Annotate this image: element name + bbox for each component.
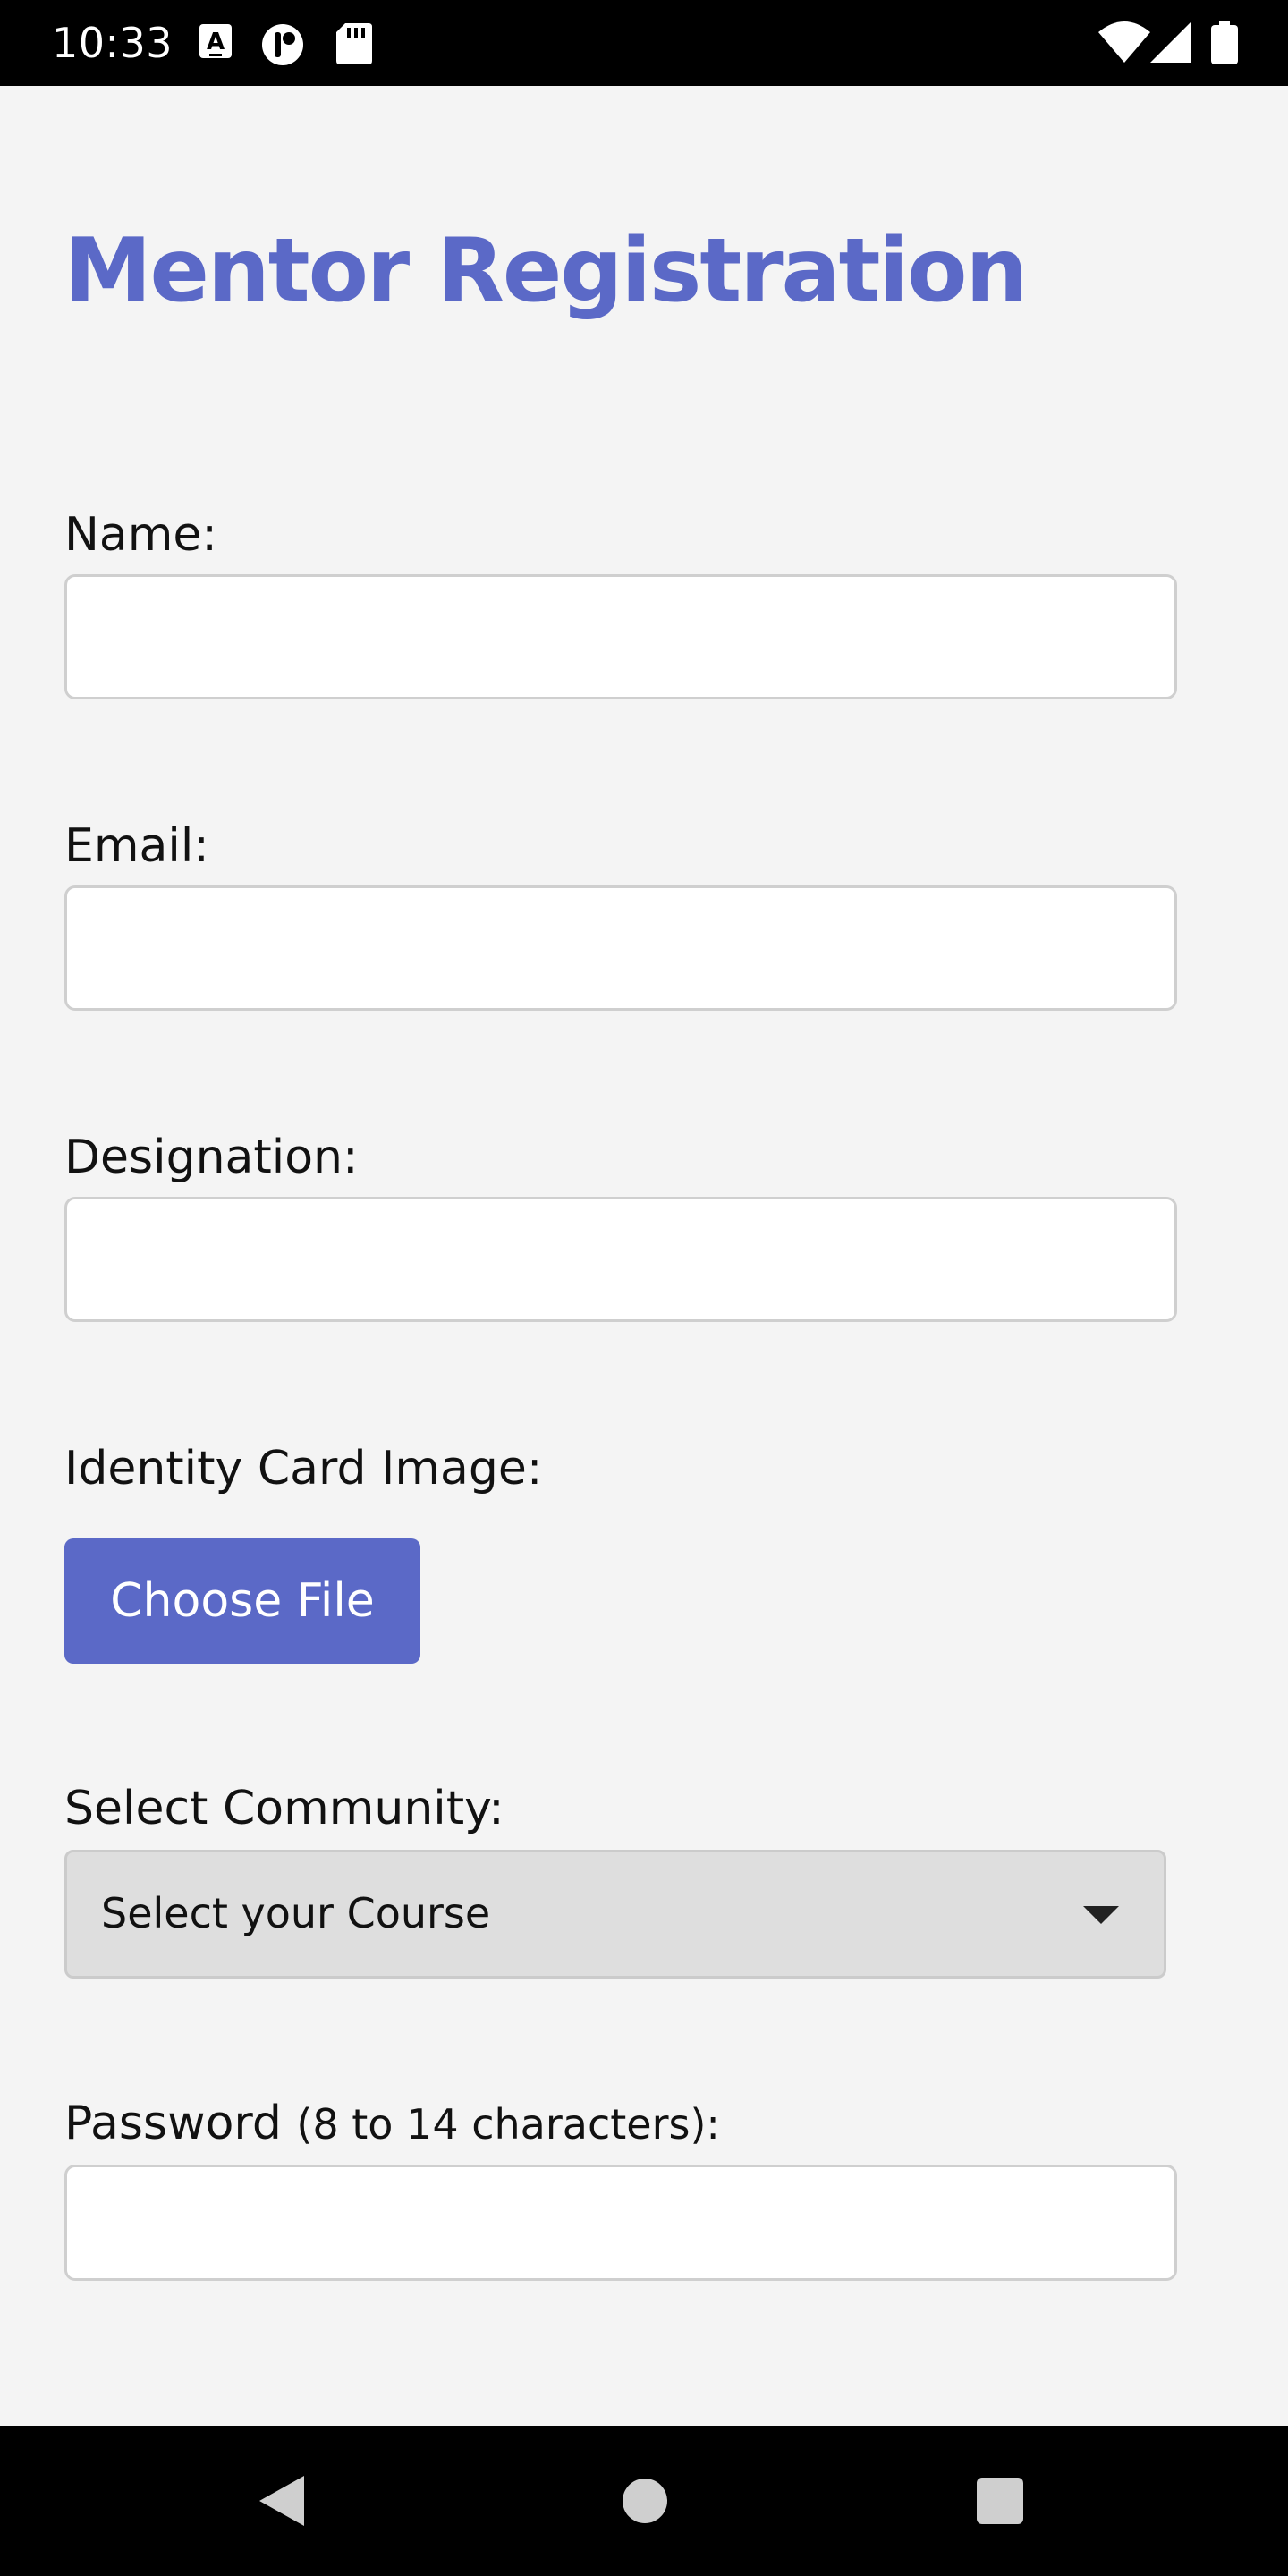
designation-label: Designation: [64, 1131, 359, 1184]
status-bar: 10:33 A [0, 0, 1288, 86]
chevron-down-icon [1083, 1906, 1119, 1924]
navigation-bar [0, 2426, 1288, 2576]
password-hint: (8 to 14 characters): [296, 2100, 720, 2148]
password-label-text: Password [64, 2097, 282, 2150]
designation-input[interactable] [64, 1197, 1177, 1322]
keyboard-a-icon: A [199, 24, 232, 58]
password-input[interactable] [64, 2165, 1177, 2281]
email-label: Email: [64, 819, 209, 873]
choose-file-button[interactable]: Choose File [64, 1538, 420, 1664]
recents-icon[interactable] [977, 2478, 1023, 2524]
community-label: Select Community: [64, 1782, 504, 1835]
name-input[interactable] [64, 574, 1177, 699]
battery-icon [1211, 21, 1238, 64]
status-time: 10:33 [52, 19, 174, 67]
home-icon[interactable] [623, 2479, 667, 2523]
community-select[interactable]: Select your Course [64, 1850, 1166, 1979]
id-card-label: Identity Card Image: [64, 1442, 543, 1496]
name-label: Name: [64, 508, 217, 562]
back-icon[interactable] [259, 2476, 304, 2526]
svg-text:A: A [207, 29, 225, 55]
community-select-value: Select your Course [101, 1889, 491, 1937]
face-toggle-icon [262, 24, 303, 65]
wifi-icon [1098, 21, 1150, 63]
signal-icon [1150, 21, 1191, 63]
password-label: Password (8 to 14 characters): [64, 2095, 720, 2153]
page-title: Mentor Registration [64, 220, 1028, 322]
sd-card-icon [336, 23, 372, 64]
email-input[interactable] [64, 886, 1177, 1011]
